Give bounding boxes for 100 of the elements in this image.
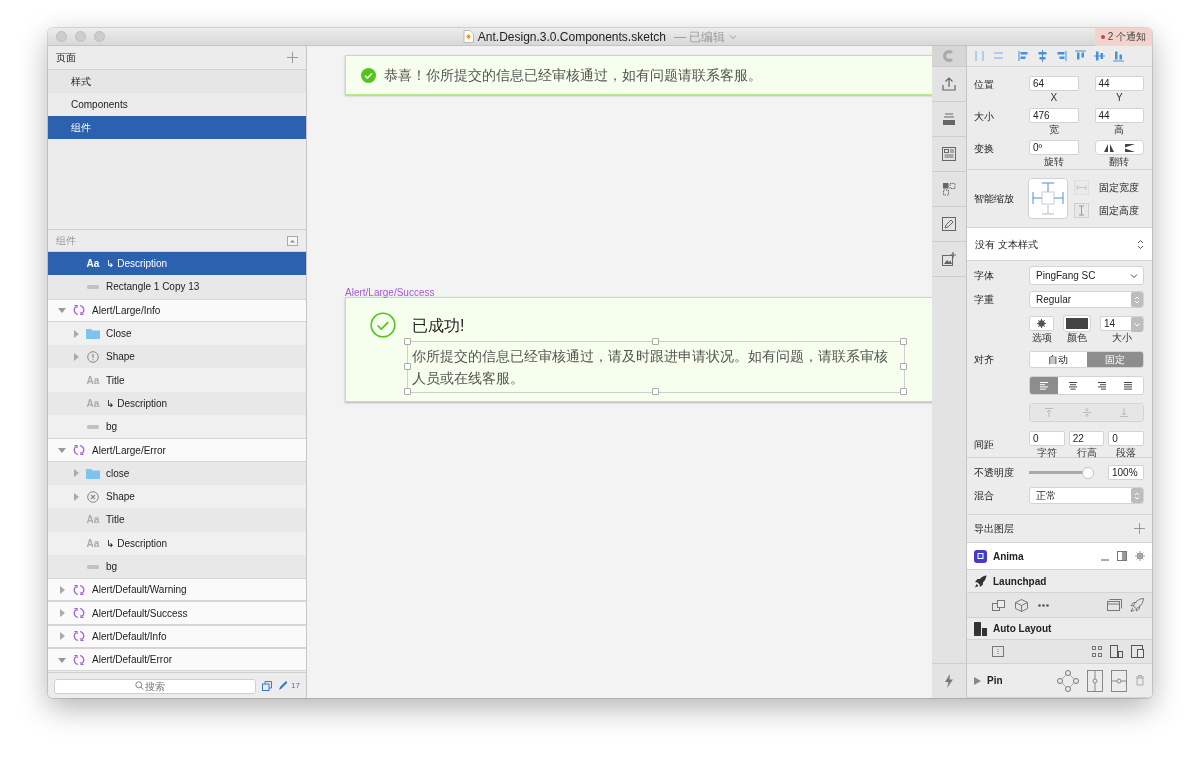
disclosure-triangle-icon[interactable]: [72, 352, 80, 361]
layer-row[interactable]: Alert/Large/Error: [48, 438, 306, 462]
disclosure-triangle-icon[interactable]: [58, 632, 66, 641]
selection-handle[interactable]: [652, 388, 659, 395]
window-zoom-button[interactable]: [94, 31, 105, 42]
add-image-icon[interactable]: [942, 252, 956, 266]
rocket-outline-icon[interactable]: [1130, 598, 1144, 612]
gear-icon[interactable]: [1135, 551, 1145, 561]
blend-dropdown[interactable]: 正常: [1029, 487, 1144, 504]
pen-icon[interactable]: [278, 680, 288, 691]
layer-row[interactable]: Alert/Default/Info: [48, 624, 306, 649]
input-field[interactable]: 64: [1029, 76, 1079, 91]
slider-thumb[interactable]: [1082, 466, 1094, 479]
trash-icon[interactable]: [1135, 675, 1145, 686]
upload-icon[interactable]: [942, 77, 956, 91]
plugin-name[interactable]: Anima: [993, 548, 1024, 564]
selection-handle[interactable]: [900, 363, 907, 370]
selection-handle[interactable]: [404, 363, 411, 370]
disclosure-triangle-icon[interactable]: [974, 676, 981, 685]
phone-tablet-icon[interactable]: [1110, 645, 1123, 658]
browser-window-icon[interactable]: [1107, 599, 1122, 611]
fixed-height-icon[interactable]: [1074, 202, 1089, 218]
grid-icon[interactable]: [1092, 646, 1102, 657]
sync-boxes-icon[interactable]: [992, 599, 1005, 611]
input-field[interactable]: 0: [1029, 431, 1065, 446]
symbols-icon[interactable]: [262, 680, 273, 691]
selection-handle[interactable]: [652, 338, 659, 345]
tablet-phone-icon[interactable]: [1131, 645, 1144, 658]
input-field[interactable]: 0º: [1029, 140, 1079, 155]
notification-badge[interactable]: 2 个通知: [1094, 28, 1152, 46]
plugin-name[interactable]: Auto Layout: [993, 621, 1052, 636]
pin-horizontal-icon[interactable]: [1111, 669, 1127, 692]
document-list-icon[interactable]: [942, 147, 956, 161]
input-field[interactable]: 476: [1029, 108, 1079, 123]
layer-row[interactable]: Alert/Default/Success: [48, 601, 306, 625]
align-left-icon[interactable]: [1018, 50, 1029, 62]
selection-handle[interactable]: [900, 388, 907, 395]
layer-row[interactable]: Shape: [48, 345, 306, 369]
layer-row[interactable]: Alert/Default/Warning: [48, 578, 306, 602]
layer-row[interactable]: Aa ↳ Description: [48, 391, 306, 416]
more-icon[interactable]: [1038, 603, 1049, 607]
disclosure-triangle-icon[interactable]: [72, 329, 80, 338]
align-top-icon[interactable]: [1075, 50, 1086, 62]
collapse-icon[interactable]: [287, 235, 298, 246]
text-style-dropdown[interactable]: 没有 文本样式: [967, 228, 1152, 261]
stack-icon[interactable]: [942, 112, 956, 126]
add-icon[interactable]: [287, 52, 298, 63]
page-item[interactable]: 组件: [48, 116, 306, 139]
selection-handle[interactable]: [404, 338, 411, 345]
input-field[interactable]: 44: [1094, 108, 1144, 123]
input-field[interactable]: 44: [1094, 76, 1144, 91]
artboard-label[interactable]: Alert/Large/Success: [345, 285, 932, 297]
disclosure-triangle-icon[interactable]: [58, 446, 66, 454]
layer-row[interactable]: Aa Title: [48, 368, 306, 392]
layer-row[interactable]: bg: [48, 554, 306, 579]
plugin-name[interactable]: Launchpad: [993, 573, 1047, 589]
disclosure-triangle-icon[interactable]: [58, 655, 66, 664]
disclosure-triangle-icon[interactable]: [58, 609, 66, 618]
text-align-control[interactable]: [1029, 376, 1144, 395]
pin-all-icon[interactable]: [1057, 669, 1079, 692]
search-field[interactable]: 搜索: [54, 679, 257, 694]
flip-buttons[interactable]: [1094, 140, 1144, 155]
font-dropdown[interactable]: PingFang SC: [1029, 266, 1144, 285]
input-field[interactable]: 100%: [1108, 465, 1144, 480]
pin-vertical-icon[interactable]: [1087, 669, 1103, 692]
add-icon[interactable]: [1134, 523, 1145, 534]
lightning-icon[interactable]: [944, 674, 954, 688]
layer-row[interactable]: Aa Title: [48, 508, 306, 532]
flip-horizontal-icon[interactable]: [1103, 143, 1114, 152]
layer-row[interactable]: Aa ↳ Description: [48, 252, 306, 276]
align-right-icon[interactable]: [1056, 50, 1067, 62]
input-field[interactable]: 0: [1108, 431, 1144, 446]
layer-row[interactable]: Aa ↳ Description: [48, 531, 306, 555]
disclosure-triangle-icon[interactable]: [58, 585, 66, 594]
options-button[interactable]: [1029, 316, 1054, 331]
chevron-down-icon[interactable]: [729, 33, 738, 40]
layer-row[interactable]: Shape: [48, 484, 306, 509]
align-bottom-icon[interactable]: [1113, 50, 1124, 62]
grid-select-icon[interactable]: [942, 182, 956, 196]
layer-row[interactable]: Rectangle 1 Copy 13: [48, 275, 306, 299]
flip-vertical-icon[interactable]: [1124, 143, 1135, 152]
selection-handle[interactable]: [900, 338, 907, 345]
layer-row[interactable]: bg: [48, 415, 306, 439]
input-field[interactable]: 22: [1068, 431, 1105, 446]
alignment-mode-control[interactable]: 自动 固定: [1029, 351, 1144, 368]
layer-row[interactable]: Close: [48, 321, 306, 346]
disclosure-triangle-icon[interactable]: [58, 306, 66, 315]
plugin-name[interactable]: Pin: [987, 673, 1003, 688]
disclosure-triangle-icon[interactable]: [72, 492, 80, 501]
sidebar-icon[interactable]: [1117, 551, 1127, 561]
layer-row[interactable]: Alert/Default/Error: [48, 648, 306, 672]
resizing-control[interactable]: [1028, 178, 1068, 219]
edit-shape-icon[interactable]: [942, 217, 956, 231]
weight-dropdown[interactable]: Regular: [1029, 291, 1144, 308]
align-middle-icon[interactable]: [1094, 50, 1105, 62]
panel-icon[interactable]: [992, 646, 1004, 657]
cube-icon[interactable]: [1015, 598, 1028, 612]
page-item[interactable]: 样式: [48, 70, 306, 93]
layer-row[interactable]: Alert/Large/Info: [48, 298, 306, 322]
color-swatch[interactable]: [1064, 316, 1090, 331]
